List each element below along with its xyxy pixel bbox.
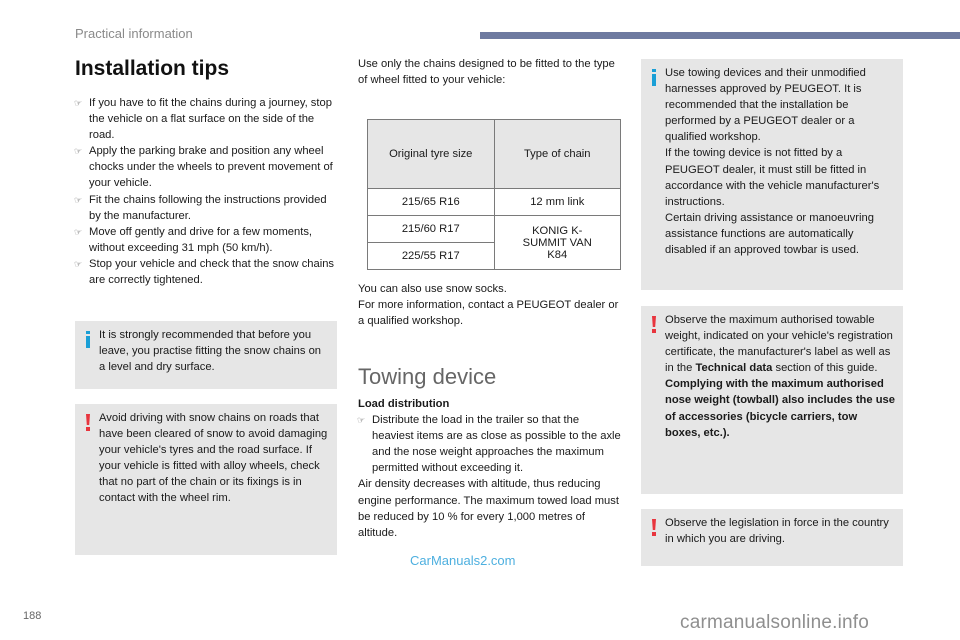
info-box-practise: It is strongly recommended that before y… <box>75 321 337 389</box>
cell-tyre: 215/65 R16 <box>367 188 495 216</box>
list-item: ☞ Move off gently and drive for a few mom… <box>74 225 313 254</box>
pointing-hand-icon: ☞ <box>357 415 366 426</box>
cell-chain: KONIG K-SUMMIT VAN K84 <box>493 215 621 270</box>
chains-table: Original tyre size Type of chain 215/65 … <box>367 119 621 270</box>
info-box-towing-devices: Use towing devices and their unmodified … <box>641 59 903 290</box>
table-header-row: Original tyre size Type of chain <box>367 119 621 189</box>
table-row: 215/65 R16 12 mm link <box>367 188 621 216</box>
chains-intro-block: Use only the chains designed to be fitte… <box>358 56 623 88</box>
pointing-hand-icon: ☞ <box>74 146 83 157</box>
warning-box-legislation: Observe the legislation in force in the … <box>641 509 903 566</box>
towing-bullets: ☞ Distribute the load in the trailer so t… <box>357 412 623 476</box>
warning-icon <box>85 414 93 431</box>
snow-socks-text: You can also use snow socks. <box>358 283 507 295</box>
section-title: Practical information <box>75 26 193 41</box>
page-number: 188 <box>23 610 42 622</box>
list-item: ☞ If you have to fit the chains during a … <box>74 97 332 142</box>
warning-text: Observe the maximum authorised towable w… <box>665 314 893 375</box>
towing-title: Towing device <box>358 364 497 389</box>
list-item: ☞ Stop your vehicle and check that the sn… <box>74 257 335 287</box>
info-text-p2: If the towing device is not fitted by a … <box>665 147 880 208</box>
warning-text: Observe the legislation in force in the … <box>665 517 889 546</box>
pointing-hand-icon: ☞ <box>74 226 83 237</box>
warning-icon <box>651 519 659 536</box>
warning-icon <box>651 316 659 333</box>
table-row: 215/60 R17 KONIG K-SUMMIT VAN K84 <box>367 215 621 270</box>
altitude-text: Air density decreases with altitude, thu… <box>358 478 619 539</box>
towing-body: Load distribution ☞ Distribute the load i… <box>357 396 623 541</box>
info-icon <box>651 69 659 86</box>
pointing-hand-icon: ☞ <box>74 194 83 205</box>
cell-tyre: 225/55 R17 <box>367 242 495 270</box>
pointing-hand-icon: ☞ <box>74 258 83 269</box>
more-info-text: For more information, contact a PEUGEOT … <box>358 299 619 328</box>
chains-intro: Use only the chains designed to be fitte… <box>358 58 615 87</box>
warning-box-cleared-roads: Avoid driving with snow chains on roads … <box>75 404 337 555</box>
info-text: It is strongly recommended that before y… <box>99 329 322 374</box>
list-item: ☞ Apply the parking brake and position an… <box>74 145 333 190</box>
installation-column: Installation tips ☞ If you have to fit th… <box>74 56 340 288</box>
pointing-hand-icon: ☞ <box>74 98 83 108</box>
installation-title: Installation tips <box>75 57 230 80</box>
header-chain-type: Type of chain <box>493 119 621 189</box>
warning-text: Avoid driving with snow chains on roads … <box>99 412 328 505</box>
watermark-site: carmanualsonline.info <box>680 612 870 633</box>
load-distribution-heading: Load distribution <box>358 398 450 410</box>
list-item: ☞ Fit the chains following the instructio… <box>74 193 327 222</box>
installation-bullets: ☞ If you have to fit the chains during a … <box>74 95 340 288</box>
cell-chain: 12 mm link <box>493 188 621 216</box>
cell-tyre: 215/60 R17 <box>367 215 495 243</box>
info-text-p3: Certain driving assistance or manoeuvrin… <box>665 211 874 257</box>
list-item: ☞ Distribute the load in the trailer so t… <box>357 414 621 475</box>
info-icon <box>85 331 93 348</box>
header-bar <box>480 32 960 39</box>
nose-weight-text: Complying with the maximum authorised no… <box>665 378 895 439</box>
technical-data-reference: Technical data <box>695 362 773 375</box>
info-text-p1: Use towing devices and their unmodified … <box>665 67 866 144</box>
header-tyre-size: Original tyre size <box>367 119 495 189</box>
warning-box-towable-weight: Observe the maximum authorised towable w… <box>641 306 903 494</box>
snow-socks-block: You can also use snow socks. For more in… <box>358 281 623 329</box>
watermark-overlay: CarManuals2.com <box>410 553 516 568</box>
